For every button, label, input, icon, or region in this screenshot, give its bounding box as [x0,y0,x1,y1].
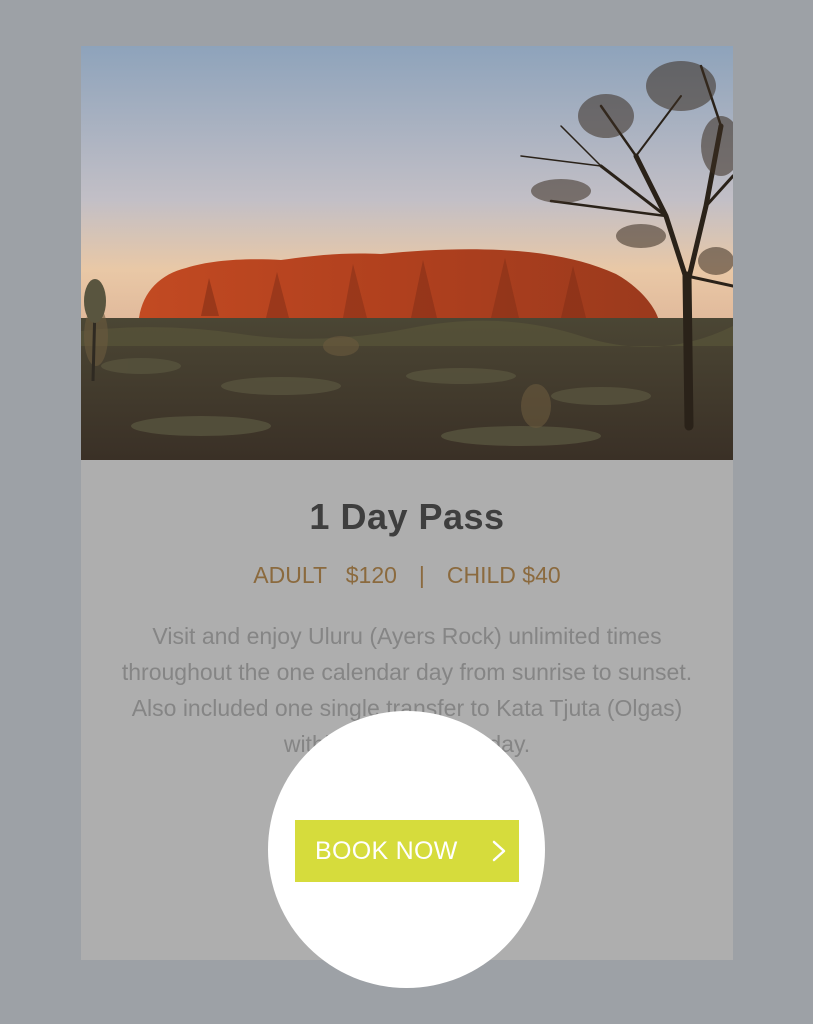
child-price: CHILD $40 [446,562,561,588]
price-separator: | [418,562,425,588]
book-now-button[interactable]: BOOK NOW [295,820,519,882]
uluru-photo [81,46,733,460]
book-now-label: BOOK NOW [315,836,458,865]
adult-price: ADULT $120 [253,562,397,588]
page-title: 1 Day Pass [309,496,505,537]
price-line: ADULT $120 | CHILD $40 [81,562,733,589]
chevron-right-icon [492,840,506,862]
